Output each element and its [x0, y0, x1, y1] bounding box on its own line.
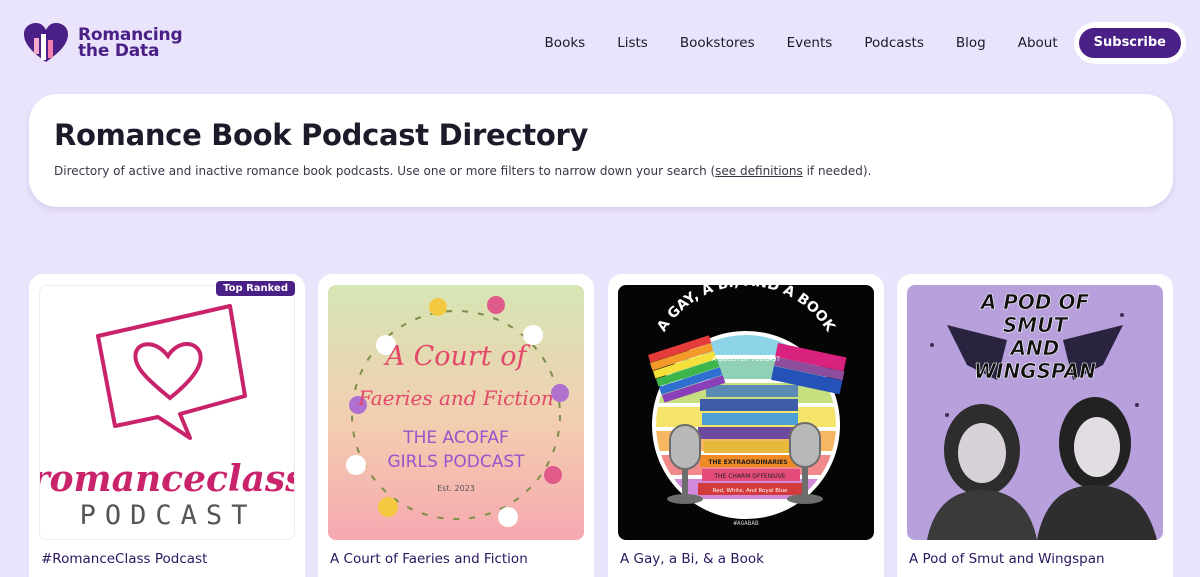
podcast-title[interactable]: A Court of Faeries and Fiction — [330, 551, 528, 567]
art-title-line-4: WINGSPAN — [974, 359, 1096, 383]
podcast-title[interactable]: A Gay, a Bi, & a Book — [620, 551, 764, 567]
nav-about[interactable]: About — [1018, 22, 1058, 64]
nav-podcasts[interactable]: Podcasts — [864, 22, 924, 64]
art-book-1: THE EXTRAORDINARIES — [708, 459, 787, 466]
podcast-card[interactable]: A Court of Faeries and Fiction THE ACOFA… — [318, 274, 594, 577]
see-definitions-link[interactable]: see definitions — [715, 164, 803, 178]
art-title-line-2: Faeries and Fiction — [357, 386, 554, 410]
nav-events[interactable]: Events — [787, 22, 833, 64]
podcast-cover-image[interactable]: THE EXTRAORDINARIES THE CHARM OFFENSIVE … — [618, 285, 874, 540]
description-text-end: if needed). — [802, 164, 872, 178]
nav-lists[interactable]: Lists — [617, 22, 648, 64]
main-nav: Books Lists Bookstores Events Podcasts B… — [545, 22, 1186, 64]
brand-line-2: the Data — [78, 41, 160, 61]
podcast-card[interactable]: A POD OF SMUT AND WINGSPAN A Pod of Smut… — [897, 274, 1173, 577]
romanceclass-cover-art: romanceclass PODCAST — [40, 286, 295, 539]
site-header: Romancing the Data Books Lists Bookstore… — [0, 0, 1200, 86]
art-subtitle: A QUEER LIT PODCAST — [712, 356, 781, 363]
podcast-card[interactable]: THE EXTRAORDINARIES THE CHARM OFFENSIVE … — [608, 274, 884, 577]
art-book-3: Red, White, And Royal Blue — [713, 488, 789, 494]
page-description: Directory of active and inactive romance… — [54, 164, 871, 178]
nav-books[interactable]: Books — [545, 22, 586, 64]
art-subtitle-line-2: GIRLS PODCAST — [387, 452, 525, 472]
art-title-line-1: A POD OF — [979, 290, 1090, 314]
podcast-cover-image[interactable]: A Court of Faeries and Fiction THE ACOFA… — [328, 285, 584, 540]
art-hashtag: #AGABAB — [733, 520, 759, 527]
art-book-2: THE CHARM OFFENSIVE — [713, 473, 786, 480]
smut-wingspan-cover-art: A POD OF SMUT AND WINGSPAN — [907, 285, 1163, 540]
page-title: Romance Book Podcast Directory — [54, 118, 589, 152]
art-est: Est. 2023 — [437, 484, 475, 493]
agabab-cover-art: THE EXTRAORDINARIES THE CHARM OFFENSIVE … — [618, 285, 874, 540]
heart-chart-logo-icon — [24, 23, 68, 62]
art-subtitle-line-1: THE ACOFAF — [402, 428, 509, 448]
brand-name: Romancing the Data — [78, 27, 183, 61]
nav-bookstores[interactable]: Bookstores — [680, 22, 755, 64]
subscribe-wrapper: Subscribe — [1073, 22, 1186, 64]
podcast-title[interactable]: A Pod of Smut and Wingspan — [909, 551, 1105, 567]
description-text-start: Directory of active and inactive romance… — [54, 164, 716, 178]
acofaf-cover-art: A Court of Faeries and Fiction THE ACOFA… — [328, 285, 584, 540]
podcast-cover-image[interactable]: romanceclass PODCAST — [39, 285, 295, 540]
podcast-cover-image[interactable]: A POD OF SMUT AND WINGSPAN — [907, 285, 1163, 540]
subscribe-button[interactable]: Subscribe — [1078, 28, 1181, 58]
podcast-title[interactable]: #RomanceClass Podcast — [41, 551, 207, 567]
podcast-card[interactable]: romanceclass PODCAST Top Ranked #Romance… — [29, 274, 305, 577]
site-logo[interactable]: Romancing the Data — [22, 22, 183, 64]
nav-blog[interactable]: Blog — [956, 22, 986, 64]
art-wordmark: romanceclass — [40, 458, 295, 500]
directory-header: Romance Book Podcast Directory Directory… — [29, 94, 1173, 207]
art-title-line-1: A Court of — [383, 341, 531, 372]
art-title-line-2: SMUT — [1003, 313, 1069, 337]
top-ranked-badge: Top Ranked — [216, 281, 295, 296]
art-subtitle: PODCAST — [80, 500, 257, 531]
art-title-line-3: AND — [1009, 336, 1060, 360]
